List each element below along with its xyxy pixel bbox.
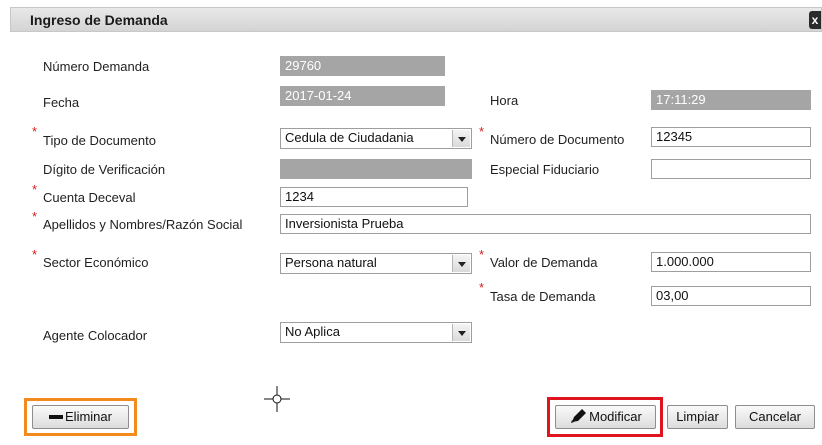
valor-demanda-label: Valor de Demanda [490, 255, 598, 270]
modificar-button-label: Modificar [589, 409, 642, 424]
crosshair-cursor-icon [264, 386, 290, 412]
agente-colocador-value: No Aplica [285, 324, 340, 339]
eliminar-button[interactable]: Eliminar [32, 405, 129, 429]
chevron-down-icon[interactable] [452, 130, 470, 147]
digito-verificacion-label: Dígito de Verificación [43, 162, 166, 177]
agente-colocador-label: Agente Colocador [43, 328, 148, 343]
numero-documento-input[interactable]: 12345 [651, 127, 811, 147]
tasa-demanda-label: Tasa de Demanda [490, 289, 596, 304]
pencil-icon [571, 408, 587, 423]
cuenta-deceval-label: Cuenta Deceval [43, 190, 136, 205]
numero-demanda-label: Número Demanda [43, 59, 150, 74]
modificar-button[interactable]: Modificar [555, 405, 656, 429]
required-marker: * [32, 124, 38, 139]
required-marker: * [32, 209, 38, 224]
hora-label: Hora [490, 93, 519, 108]
fecha-label: Fecha [43, 95, 80, 110]
valor-demanda-input[interactable]: 1.000.000 [651, 252, 811, 272]
required-marker: * [479, 247, 485, 262]
tipo-documento-label: Tipo de Documento [43, 133, 156, 148]
sector-economico-label: Sector Económico [43, 255, 149, 270]
agente-colocador-select[interactable]: No Aplica [280, 322, 472, 343]
fecha-field: 2017-01-24 [280, 86, 445, 106]
sector-economico-select[interactable]: Persona natural [280, 253, 472, 274]
sector-economico-value: Persona natural [285, 255, 377, 270]
apellidos-nombres-label: Apellidos y Nombres/Razón Social [43, 217, 243, 232]
numero-demanda-field: 29760 [280, 56, 445, 76]
apellidos-nombres-input[interactable]: Inversionista Prueba [280, 214, 811, 234]
required-marker: * [479, 280, 485, 295]
dialog-titlebar[interactable]: Ingreso de Demanda x [10, 7, 822, 32]
limpiar-button[interactable]: Limpiar [667, 405, 728, 429]
cuenta-deceval-input[interactable]: 1234 [280, 187, 468, 207]
especial-fiduciario-input[interactable] [651, 159, 811, 179]
required-marker: * [479, 124, 485, 139]
cancelar-button[interactable]: Cancelar [735, 405, 815, 429]
minus-icon [49, 414, 64, 419]
required-marker: * [32, 247, 38, 262]
chevron-down-icon[interactable] [452, 324, 470, 341]
especial-fiduciario-label: Especial Fiduciario [490, 162, 600, 177]
close-icon[interactable]: x [809, 11, 821, 29]
required-marker: * [32, 182, 38, 197]
hora-field: 17:11:29 [651, 90, 811, 110]
tipo-documento-select[interactable]: Cedula de Ciudadania [280, 128, 472, 149]
eliminar-button-label: Eliminar [65, 409, 112, 424]
chevron-down-icon[interactable] [452, 255, 470, 272]
digito-verificacion-field [280, 159, 472, 179]
numero-documento-label: Número de Documento [490, 132, 625, 147]
tipo-documento-value: Cedula de Ciudadania [285, 130, 414, 145]
tasa-demanda-input[interactable]: 03,00 [651, 286, 811, 306]
ingreso-demanda-dialog: Ingreso de Demanda x Número Demanda 2976… [0, 0, 822, 445]
dialog-title: Ingreso de Demanda [30, 12, 168, 28]
